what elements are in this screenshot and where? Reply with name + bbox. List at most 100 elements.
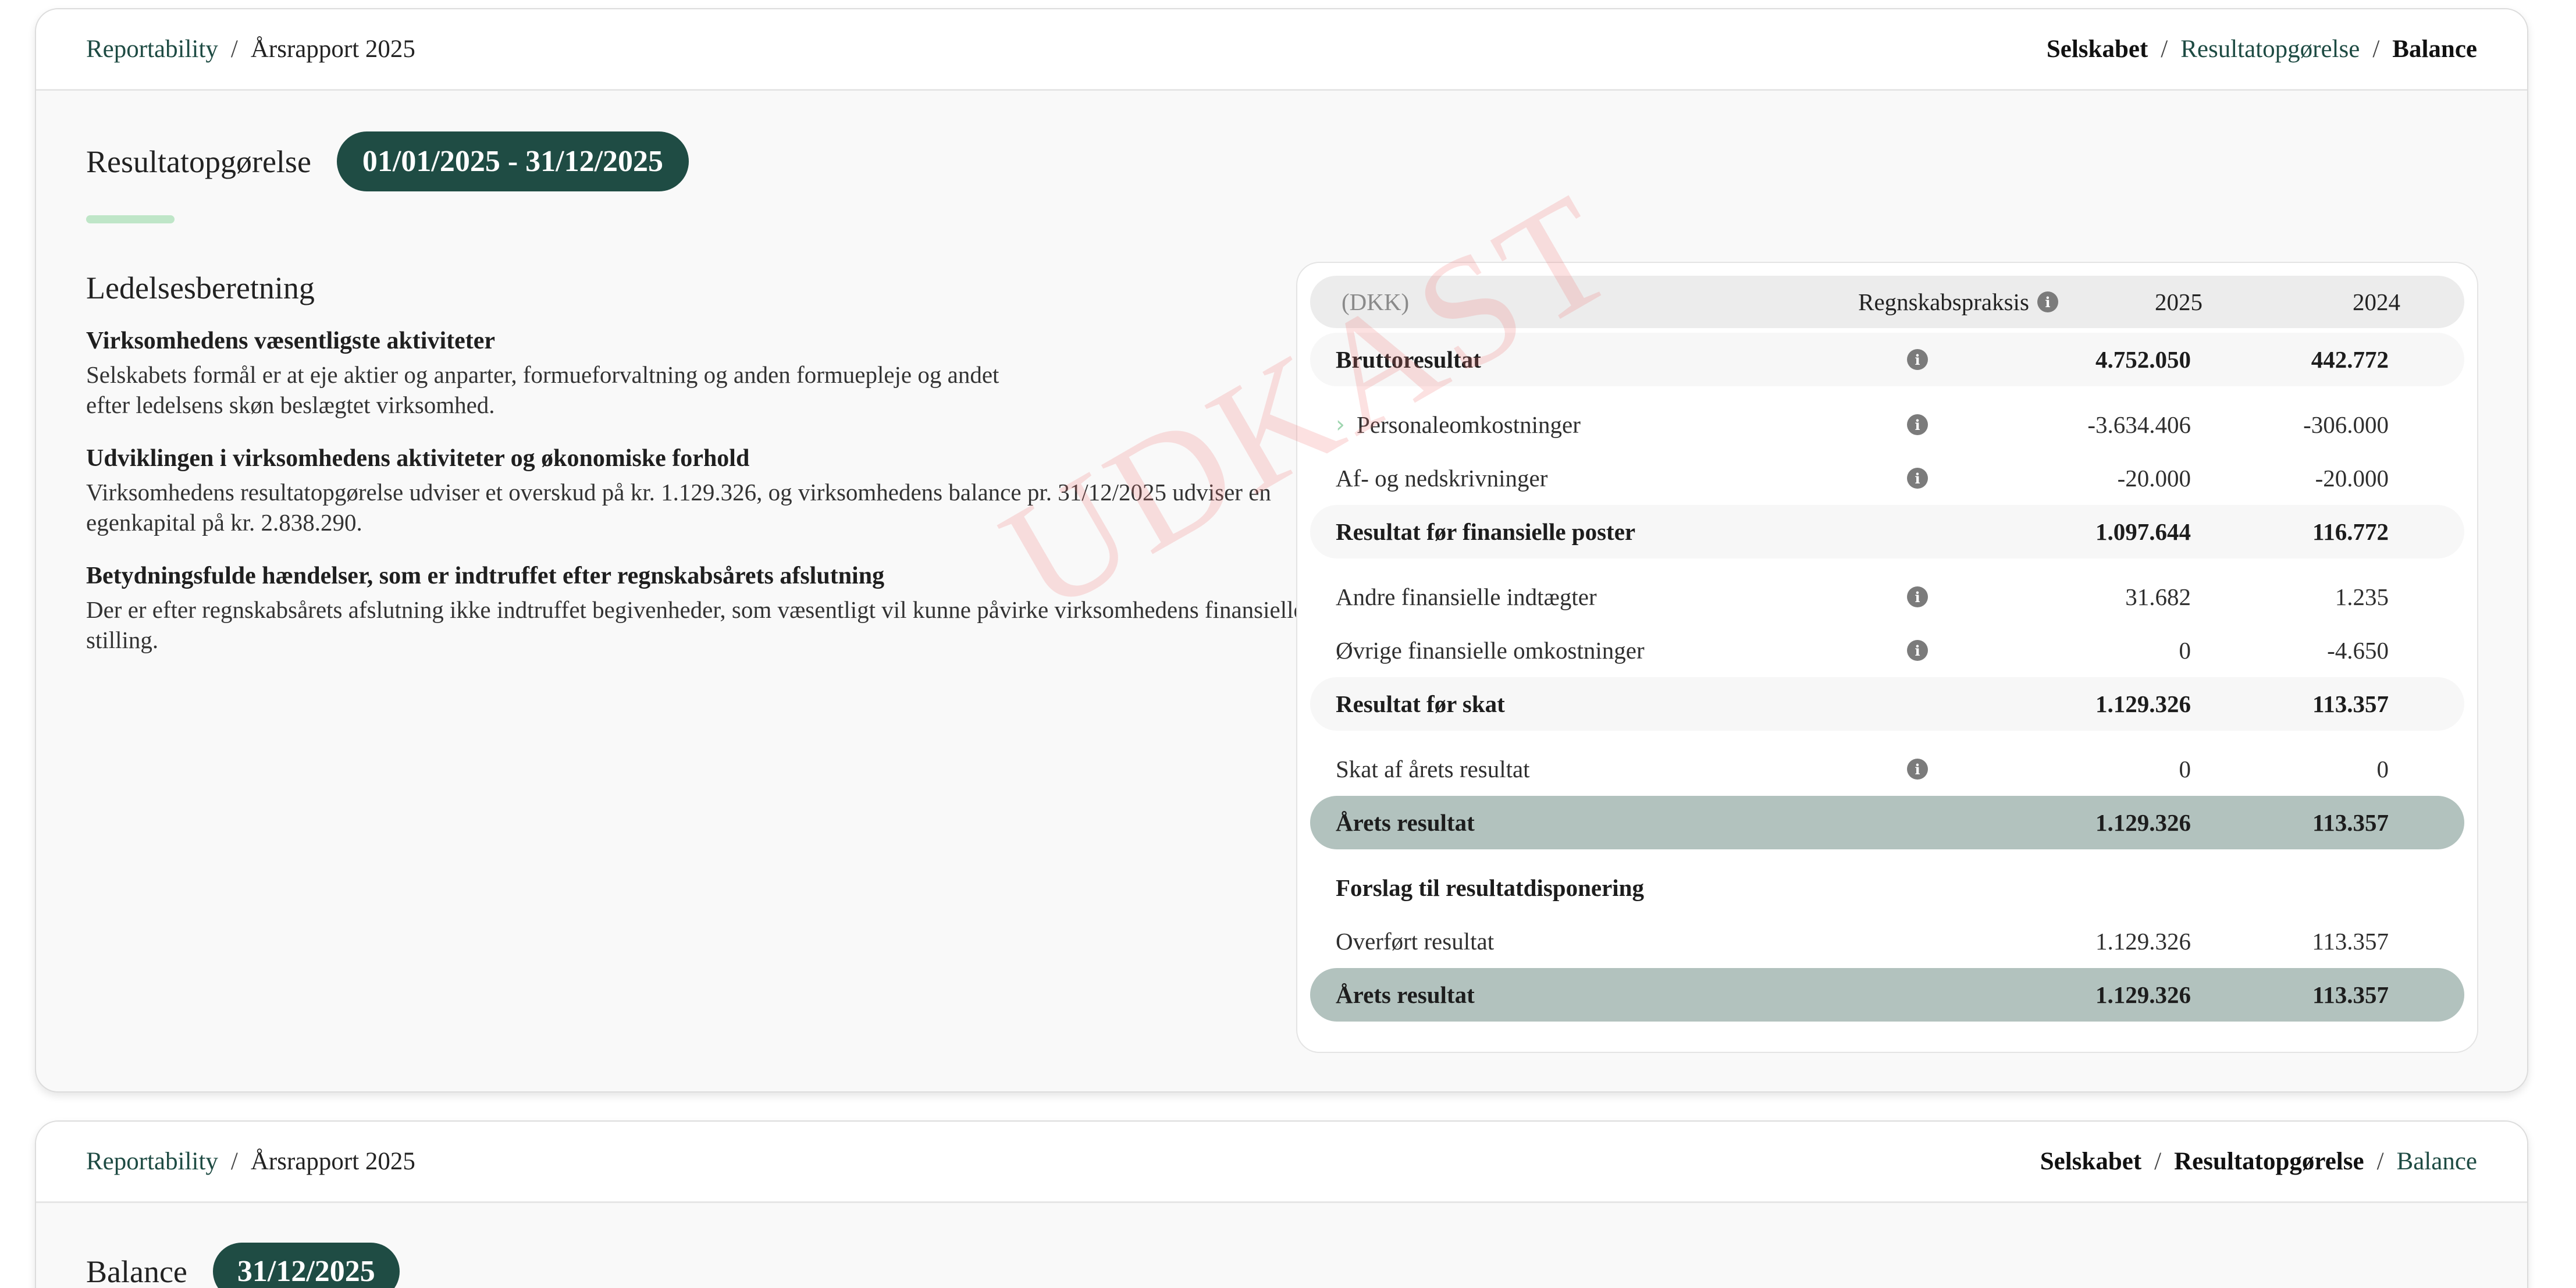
row-value-2025: 0 <box>2179 756 2191 782</box>
row-value-2024: 1.235 <box>2335 583 2389 610</box>
table-total-row: Årets resultat 1.129.326 113.357 <box>1310 968 2464 1022</box>
row-practice: i <box>1848 349 1987 370</box>
practice-header-label: Regnskabspraksis <box>1858 289 2029 315</box>
management-section-heading: Virksomhedens væsentligste aktiviteter <box>86 328 496 354</box>
row-label: Personaleomkostninger <box>1357 411 1581 438</box>
management-section-heading: Betydningsfulde hændelser, som er indtru… <box>86 563 885 589</box>
breadcrumb-separator: / <box>230 1148 238 1175</box>
year-header: 2024 <box>2353 289 2400 315</box>
row-value-2025: 1.129.326 <box>2095 809 2191 836</box>
row-practice: i <box>1848 414 1987 435</box>
row-value-2025: 0 <box>2179 637 2191 664</box>
page-title: Balance <box>86 1254 187 1288</box>
row-label: Forslag til resultatdisponering <box>1336 874 1644 901</box>
management-report: Ledelsesberetning Virksomhedens væsentli… <box>86 270 1308 679</box>
row-label: Resultat før skat <box>1336 691 1505 717</box>
row-value-2025: 4.752.050 <box>2095 346 2191 373</box>
nav-company-link[interactable]: Selskabet <box>2047 35 2148 63</box>
accent-divider <box>86 215 175 223</box>
row-practice: i <box>1848 468 1987 489</box>
row-value-2024: 442.772 <box>2311 346 2389 373</box>
row-value-2025: -20.000 <box>2117 465 2191 492</box>
row-value-2024: 113.357 <box>2312 981 2389 1008</box>
row-value-2025: -3.634.406 <box>2087 411 2191 438</box>
balance-card: Reportability / Årsrapport 2025 Selskabe… <box>35 1120 2528 1288</box>
row-label: Af- og nedskrivninger <box>1336 465 1548 492</box>
nav-separator: / <box>2372 35 2380 63</box>
row-value-2024: -4.650 <box>2327 637 2389 664</box>
breadcrumb: Reportability / Årsrapport 2025 <box>86 35 415 63</box>
table-row: Øvrige finansielle omkostninger i 0 -4.6… <box>1310 624 2464 677</box>
row-value-2025: 1.129.326 <box>2095 981 2191 1008</box>
row-value-2024: 116.772 <box>2312 518 2389 545</box>
table-header-row: (DKK) Regnskabspraksis i 2025 2024 <box>1310 276 2464 328</box>
chevron-right-icon[interactable]: › <box>1336 411 1345 438</box>
row-practice: i <box>1848 640 1987 661</box>
section-nav: Selskabet / Resultatopgørelse / Balance <box>2047 35 2477 63</box>
info-icon[interactable]: i <box>1907 414 1928 435</box>
row-value-2024: 113.357 <box>2312 928 2389 955</box>
row-value-2025: 1.129.326 <box>2095 691 2191 717</box>
row-value-2025: 1.097.644 <box>2095 518 2191 545</box>
breadcrumb-separator: / <box>230 35 238 63</box>
management-section-body: Selskabets formål er at eje aktier og an… <box>86 361 999 418</box>
info-icon[interactable]: i <box>1907 468 1928 489</box>
info-icon[interactable]: i <box>2037 291 2058 312</box>
nav-income-link[interactable]: Resultatopgørelse <box>2180 35 2360 63</box>
table-row: Resultat før skat 1.129.326 113.357 <box>1310 677 2464 731</box>
top-bar: Reportability / Årsrapport 2025 Selskabe… <box>36 1122 2527 1203</box>
nav-balance-link[interactable]: Balance <box>2392 35 2477 63</box>
section-nav: Selskabet / Resultatopgørelse / Balance <box>2040 1147 2477 1176</box>
row-value-2024: 113.357 <box>2312 691 2389 717</box>
row-label: Øvrige finansielle omkostninger <box>1336 637 1645 664</box>
row-practice: i <box>1848 759 1987 780</box>
nav-separator: / <box>2161 35 2168 63</box>
year-header: 2025 <box>2155 289 2203 315</box>
info-icon[interactable]: i <box>1907 586 1928 607</box>
info-icon[interactable]: i <box>1907 349 1928 370</box>
table-total-row: Årets resultat 1.129.326 113.357 <box>1310 796 2464 849</box>
row-label: Bruttoresultat <box>1336 346 1481 373</box>
row-value-2025: 1.129.326 <box>2095 928 2191 955</box>
table-row: Skat af årets resultat i 0 0 <box>1310 742 2464 796</box>
row-value-2024: -306.000 <box>2303 411 2389 438</box>
management-section-heading: Udviklingen i virksomhedens aktiviteter … <box>86 445 750 472</box>
table-row: Resultat før finansielle poster 1.097.64… <box>1310 505 2464 558</box>
row-value-2024: -20.000 <box>2315 465 2389 492</box>
row-label: Andre finansielle indtægter <box>1336 583 1597 610</box>
table-row: Bruttoresultat i 4.752.050 442.772 <box>1310 333 2464 386</box>
income-table: (DKK) Regnskabspraksis i 2025 2024 Brutt… <box>1296 262 2478 1053</box>
row-label: Årets resultat <box>1336 981 1475 1008</box>
nav-separator: / <box>2376 1148 2384 1175</box>
currency-header: (DKK) <box>1342 289 1410 315</box>
table-section-row: Forslag til resultatdisponering <box>1310 861 2464 915</box>
info-icon[interactable]: i <box>1907 759 1928 780</box>
nav-balance-link[interactable]: Balance <box>2397 1147 2477 1176</box>
table-row-expandable[interactable]: › Personaleomkostninger i -3.634.406 -30… <box>1310 398 2464 451</box>
income-heading: Resultatopgørelse 01/01/2025 - 31/12/202… <box>86 131 689 191</box>
breadcrumb: Reportability / Årsrapport 2025 <box>86 1147 415 1176</box>
table-row: Andre finansielle indtægter i 31.682 1.2… <box>1310 570 2464 624</box>
period-badge: 01/01/2025 - 31/12/2025 <box>336 131 689 191</box>
management-title: Ledelsesberetning <box>86 271 315 305</box>
row-value-2025: 31.682 <box>2125 583 2191 610</box>
breadcrumb-current: Årsrapport 2025 <box>250 35 415 63</box>
row-label: Resultat før finansielle poster <box>1336 518 1636 545</box>
nav-company-link[interactable]: Selskabet <box>2040 1147 2141 1176</box>
date-badge: 31/12/2025 <box>212 1243 400 1288</box>
management-section-body: Der er efter regnskabsårets afslutning i… <box>86 596 1304 653</box>
row-value-2024: 0 <box>2376 756 2389 782</box>
row-label-group: › Personaleomkostninger <box>1336 411 1848 439</box>
breadcrumb-root-link[interactable]: Reportability <box>86 35 218 63</box>
row-label: Overført resultat <box>1336 928 1495 955</box>
info-icon[interactable]: i <box>1907 640 1928 661</box>
top-bar: Reportability / Årsrapport 2025 Selskabe… <box>36 9 2527 91</box>
nav-separator: / <box>2154 1148 2162 1175</box>
row-practice: i <box>1848 586 1987 607</box>
management-section-body: Virksomhedens resultatopgørelse udviser … <box>86 479 1271 536</box>
breadcrumb-root-link[interactable]: Reportability <box>86 1147 218 1176</box>
practice-header: Regnskabspraksis i <box>1848 288 2069 316</box>
row-label: Skat af årets resultat <box>1336 756 1530 782</box>
nav-income-link[interactable]: Resultatopgørelse <box>2174 1147 2364 1176</box>
row-label: Årets resultat <box>1336 809 1475 836</box>
